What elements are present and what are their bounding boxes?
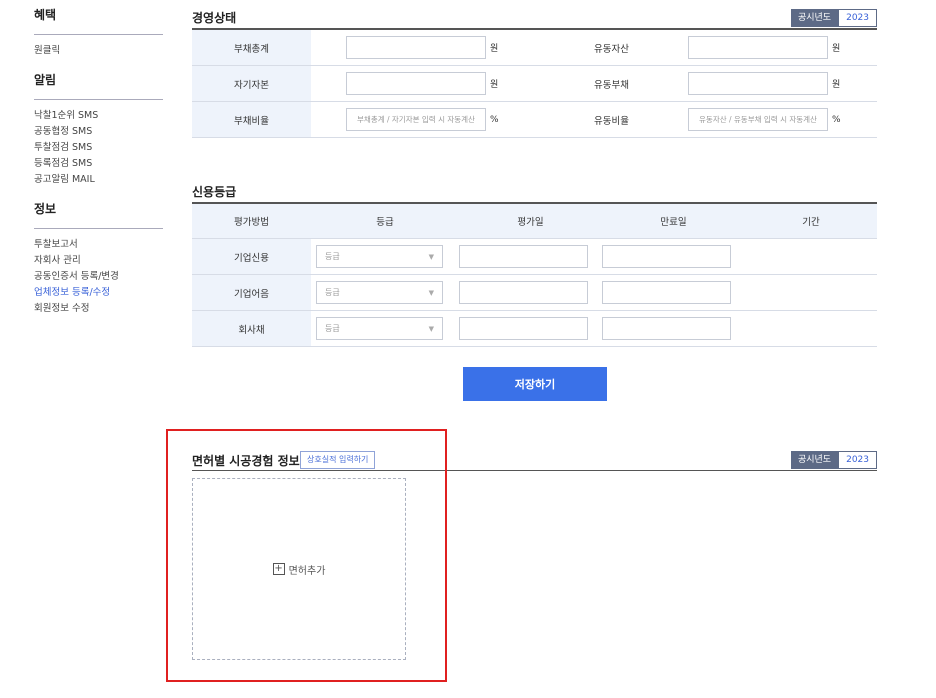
input-performance-button[interactable]: 상호실적 입력하기	[300, 451, 376, 469]
current-liabilities-input[interactable]	[688, 72, 828, 95]
sidebar-item-subsidiary[interactable]: 자회사 관리	[34, 253, 163, 269]
select-placeholder: 등급	[325, 288, 340, 297]
sidebar-item-sms-first[interactable]: 낙찰1순위 SMS	[34, 108, 163, 124]
method-label: 기업어음	[192, 275, 311, 310]
year-value: 2023	[838, 451, 877, 469]
field-label: 부채총계	[192, 30, 311, 65]
select-placeholder: 등급	[325, 252, 340, 261]
plus-icon: +	[272, 563, 285, 575]
year-value: 2023	[838, 9, 877, 27]
sidebar: 혜택 원클릭 알림 낙찰1순위 SMS 공동협정 SMS 투찰점검 SMS 등록…	[34, 0, 163, 327]
sidebar-section-alerts: 알림 낙찰1순위 SMS 공동협정 SMS 투찰점검 SMS 등록점검 SMS …	[34, 69, 163, 188]
sidebar-item-sms-joint[interactable]: 공동협정 SMS	[34, 124, 163, 140]
add-license-button[interactable]: + 면허추가	[192, 478, 406, 660]
section-title: 경영상태	[192, 11, 237, 25]
caret-down-icon: ▼	[428, 288, 434, 297]
management-row: 부채총계 원 유동자산 원	[192, 30, 877, 66]
current-ratio-input[interactable]: 유동자산 / 유동부채 입력 시 자동계산	[688, 108, 828, 131]
sidebar-section-info: 정보 투찰보고서 자회사 관리 공동인증서 등록/변경 업체정보 등록/수정 회…	[34, 198, 163, 317]
sidebar-item-oneclick[interactable]: 원클릭	[34, 43, 163, 59]
sidebar-item-bid-report[interactable]: 투찰보고서	[34, 237, 163, 253]
eval-date-input[interactable]	[459, 281, 588, 304]
method-label: 기업신용	[192, 239, 311, 274]
column-header: 기간	[802, 217, 820, 228]
sidebar-item-sms-bidcheck[interactable]: 투찰점검 SMS	[34, 140, 163, 156]
method-label: 회사채	[192, 311, 311, 346]
year-label: 공시년도	[790, 451, 839, 469]
current-assets-input[interactable]	[688, 36, 828, 59]
grade-select[interactable]: 등급 ▼	[316, 245, 443, 268]
unit-label: %	[832, 114, 841, 125]
sidebar-item-mail-notice[interactable]: 공고알림 MAIL	[34, 172, 163, 188]
equity-input[interactable]	[346, 72, 486, 95]
section-title: 면허별 시공경험 정보	[192, 454, 300, 468]
license-section: 면허별 시공경험 정보 상호실적 입력하기 공시년도 2023 + 면허추가	[192, 440, 877, 660]
debt-ratio-input[interactable]: 부채총계 / 자기자본 입력 시 자동계산	[346, 108, 486, 131]
year-badge: 공시년도 2023	[790, 451, 877, 469]
sidebar-item-certificate[interactable]: 공동인증서 등록/변경	[34, 269, 163, 285]
unit-label: %	[490, 114, 499, 125]
management-header: 경영상태 공시년도 2023	[192, 0, 877, 30]
sidebar-item-sms-regcheck[interactable]: 등록점검 SMS	[34, 156, 163, 172]
column-header: 평가일	[517, 217, 544, 228]
credit-table-header: 평가방법 등급 평가일 만료일 기간	[192, 204, 877, 239]
select-placeholder: 등급	[325, 324, 340, 333]
column-header: 평가방법	[234, 217, 269, 228]
sidebar-section-benefits: 혜택 원클릭	[34, 4, 163, 59]
year-label: 공시년도	[790, 9, 839, 27]
sidebar-section-title: 알림	[34, 69, 163, 100]
field-label: 유동자산	[594, 43, 629, 55]
license-header: 면허별 시공경험 정보 상호실적 입력하기 공시년도 2023	[192, 440, 877, 471]
unit-label: 원	[832, 80, 841, 90]
credit-grid: 평가방법 등급 평가일 만료일 기간 기업신용 등급 ▼ 기업어음 등급 ▼ 회사채…	[192, 204, 877, 347]
sidebar-section-title: 혜택	[34, 4, 163, 35]
management-row: 부채비율 부채총계 / 자기자본 입력 시 자동계산 % 유동비율 유동자산 /…	[192, 102, 877, 138]
save-button[interactable]: 저장하기	[463, 367, 607, 401]
caret-down-icon: ▼	[428, 324, 434, 333]
table-row: 기업신용 등급 ▼	[192, 239, 877, 275]
unit-label: 원	[832, 44, 841, 54]
expire-date-input[interactable]	[602, 317, 731, 340]
main-content: 경영상태 공시년도 2023 부채총계 원 유동자산 원 자기자본 원 유동부채…	[192, 0, 877, 660]
caret-down-icon: ▼	[428, 252, 434, 261]
column-header: 만료일	[660, 217, 687, 228]
year-badge: 공시년도 2023	[790, 9, 877, 27]
eval-date-input[interactable]	[459, 317, 588, 340]
add-license-label: 면허추가	[288, 565, 326, 577]
grade-select[interactable]: 등급 ▼	[316, 281, 443, 304]
table-row: 기업어음 등급 ▼	[192, 275, 877, 311]
table-row: 회사채 등급 ▼	[192, 311, 877, 347]
field-label: 유동부채	[594, 79, 629, 91]
total-liabilities-input[interactable]	[346, 36, 486, 59]
expire-date-input[interactable]	[602, 245, 731, 268]
grade-select[interactable]: 등급 ▼	[316, 317, 443, 340]
sidebar-item-member-info[interactable]: 회원정보 수정	[34, 301, 163, 317]
expire-date-input[interactable]	[602, 281, 731, 304]
unit-label: 원	[490, 80, 499, 90]
field-label: 자기자본	[192, 66, 311, 101]
column-header: 등급	[376, 217, 394, 228]
sidebar-item-company-info[interactable]: 업체정보 등록/수정	[34, 285, 163, 301]
unit-label: 원	[490, 44, 499, 54]
eval-date-input[interactable]	[459, 245, 588, 268]
credit-header: 신용등급	[192, 174, 877, 204]
field-label: 유동비율	[594, 115, 629, 127]
sidebar-section-title: 정보	[34, 198, 163, 229]
management-row: 자기자본 원 유동부채 원	[192, 66, 877, 102]
management-grid: 부채총계 원 유동자산 원 자기자본 원 유동부채 원 부채비율 부채총계 / …	[192, 30, 877, 138]
section-title: 신용등급	[192, 185, 237, 199]
field-label: 부채비율	[192, 102, 311, 137]
